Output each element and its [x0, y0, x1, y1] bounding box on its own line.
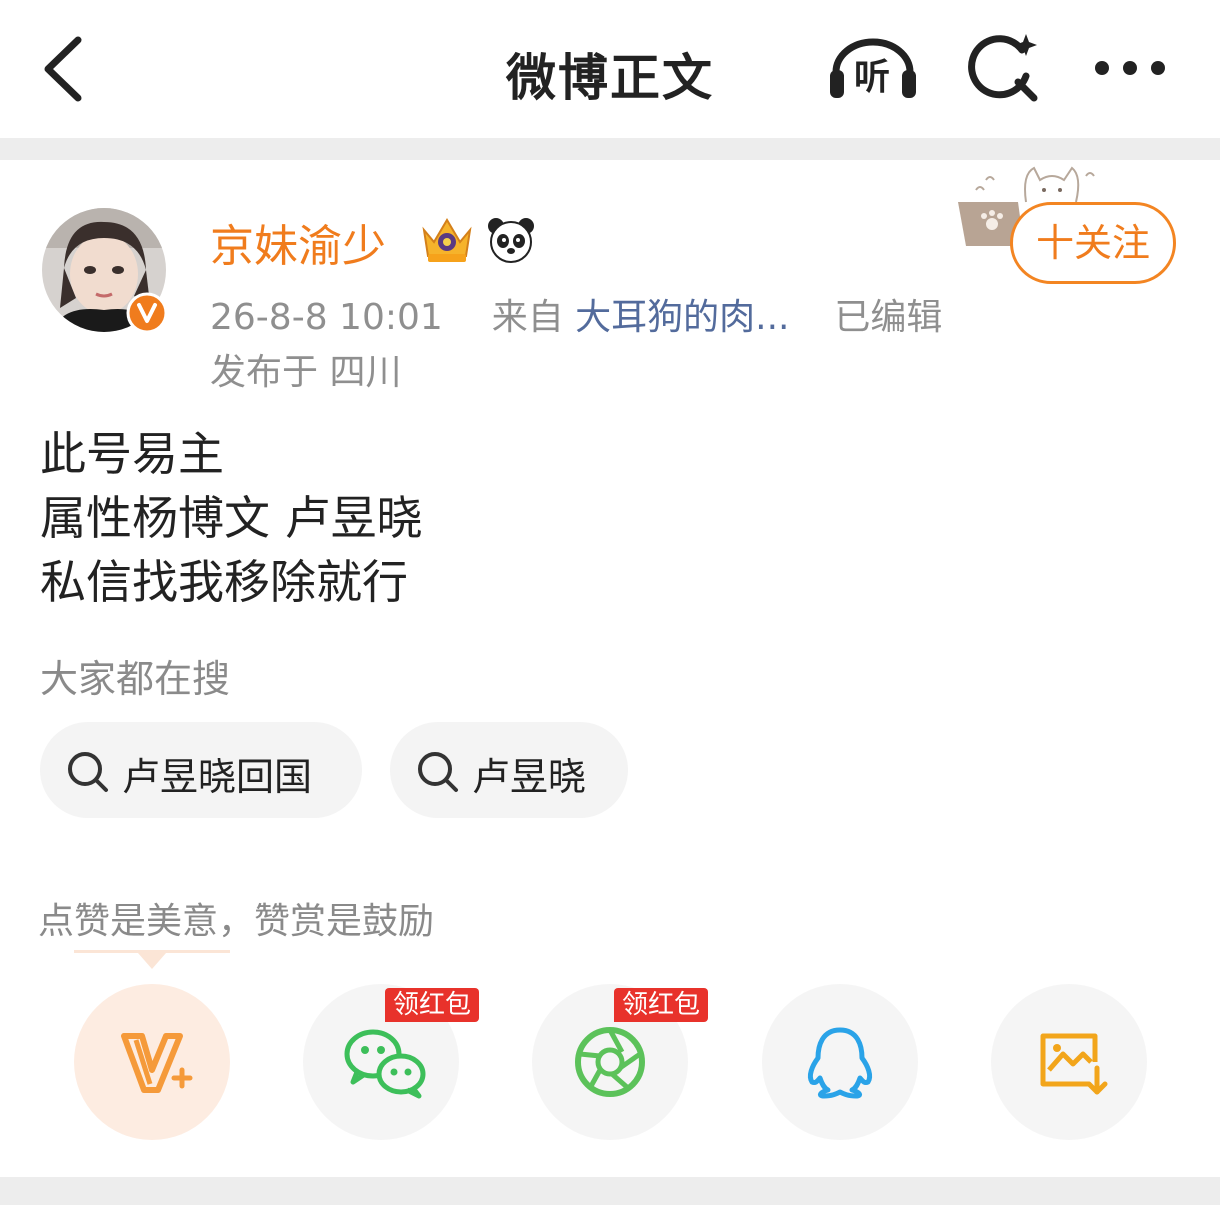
listen-button[interactable]: 听 — [826, 36, 920, 100]
post-location: 发布于 四川 — [210, 352, 402, 393]
v-plus-icon — [121, 1033, 193, 1093]
search-chip[interactable]: 卢昱晓 — [390, 722, 628, 818]
post-line: 此号易主 — [40, 427, 224, 481]
post-date: 26-8-8 10:01 — [210, 297, 443, 338]
edited-label[interactable]: 已编辑 — [834, 297, 942, 338]
section-divider — [0, 1177, 1220, 1205]
top-bar: 微博正文 听 — [0, 0, 1220, 138]
pointer-triangle — [138, 953, 166, 969]
crown-badge-icon — [418, 212, 476, 268]
from-label: 来自 — [491, 297, 564, 338]
save-image-icon — [1040, 1033, 1108, 1095]
search-icon — [418, 752, 458, 792]
more-icon[interactable] — [1092, 56, 1168, 80]
search-sparkle-icon — [968, 34, 1038, 102]
follow-button[interactable]: 十关注 — [1010, 202, 1176, 284]
share-qq-button[interactable] — [762, 984, 918, 1140]
post-source-link[interactable]: 大耳狗的肉... — [575, 297, 789, 338]
post-meta: 26-8-8 10:01 来自 大耳狗的肉... 已编辑 — [210, 288, 942, 340]
search-chip-label: 卢昱晓 — [472, 755, 587, 799]
search-chip[interactable]: 卢昱晓回国 — [40, 722, 362, 818]
trending-search-header: 大家都在搜 — [40, 657, 231, 701]
save-image-button[interactable] — [991, 984, 1147, 1140]
search-spark-button[interactable] — [966, 30, 1046, 106]
search-chip-label: 卢昱晓回国 — [122, 755, 313, 799]
search-icon — [68, 752, 108, 792]
author-name[interactable]: 京妹渝少 — [210, 210, 386, 274]
post-line: 私信找我移除就行 — [40, 555, 408, 609]
red-packet-badge: 领红包 — [614, 988, 709, 1022]
panda-icon — [486, 214, 536, 268]
qq-penguin-icon — [807, 1027, 873, 1099]
listen-label: 听 — [854, 57, 891, 98]
verified-badge-icon — [126, 292, 168, 334]
reward-header: 点赞是美意，赞赏是鼓励 — [38, 901, 435, 942]
red-packet-badge: 领红包 — [385, 988, 480, 1022]
super-like-button[interactable] — [74, 984, 230, 1140]
post-line: 属性杨博文 卢昱晓 — [40, 491, 423, 545]
post-body: 此号易主 属性杨博文 卢昱晓 私信找我移除就行 — [40, 422, 423, 614]
section-divider — [0, 138, 1220, 160]
